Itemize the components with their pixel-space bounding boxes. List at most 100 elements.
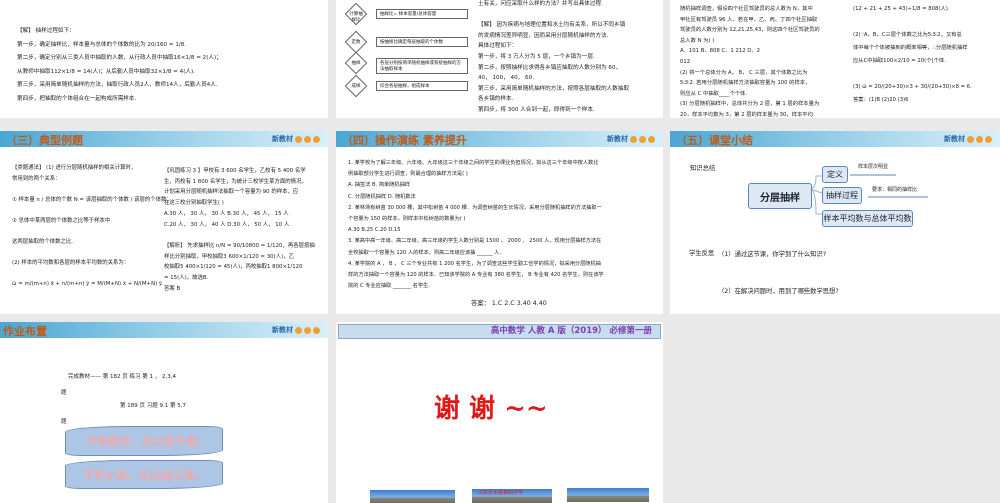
text-line: C. 分层随机抽样 D. 随机数法	[348, 193, 416, 200]
school-name: 山东沂水县第四中学	[478, 490, 524, 496]
flow-step-box: 抽样比= 样本容量/总体容量	[376, 9, 468, 19]
text-line: 计划采用分层随机抽样法抽取一个容量为 90 的样本，应	[164, 189, 299, 196]
text-line: 3. 某高中高一年级、高二年级、高三年级的学生人数分别是 1500 、 2000…	[348, 238, 602, 245]
text-line: 样的方法抽取一个容量为 120 的样本．已知该学院的 A 专业有 380 名学生…	[348, 272, 604, 278]
text-line: 第四步，将 300 人合到一起，即得到一个样本.	[478, 107, 595, 113]
brand-label: 新教材	[272, 135, 293, 143]
reflect-question: （1）通过这节课，你学到了什么知识?	[718, 251, 827, 258]
text-line: 土有关，问应采取什么样的方法？并写出具体过程.	[478, 1, 603, 7]
text-line: 各乡镇的样本.	[478, 96, 514, 103]
text-line: ① 样本量 n / 总体的个数 N = 该层抽取的个体数 / 该层的个体数；	[12, 196, 172, 203]
flow-step-box: 各层分别按简单随机抽样或系统抽样的方法抽取样本	[376, 58, 468, 74]
slide-8[interactable]: 高中数学 人教 A 版（2019） 必修第一册 谢 谢 ~~ 山东沂水县第四中学	[336, 322, 663, 503]
thanks-text: 谢 谢 ~~	[434, 394, 548, 424]
homework-line: 完成教材—— 第 182 页 练习 第 1 ， 2,3,4	[68, 374, 176, 380]
flow-node-label: 抽样	[351, 61, 361, 66]
slide-header: （三）典型例题 新教材	[0, 131, 328, 147]
text-line: 第二步，按照抽样比求得各乡镇应抽取的人数分别为 60，	[478, 64, 622, 71]
flow-step-box: 按抽样比确定每层抽取的个体数	[376, 37, 468, 47]
motto-banner: 不积跬步，无以至千里;	[65, 426, 223, 456]
text-line: 4. 某学院的 A ， B ， C 三个专业共有 1 200 名学生，为了调查这…	[348, 260, 601, 267]
motto-banner: 不积小流，无以成江海。	[65, 460, 223, 489]
text-line: 【解】 抽样过程如下：	[17, 28, 75, 34]
text-line: (3) ω̄ = 20/(20+30)×3 + 30/(20+30)×8 = 6…	[853, 84, 972, 90]
text-line: 院的 C 专业应抽取 _______ 名学生.	[348, 283, 430, 290]
dot-icon	[639, 135, 646, 143]
dot-icon	[304, 326, 311, 334]
text-line: A.30 B.25 C.20 D.15	[348, 227, 401, 234]
dot-icon	[313, 135, 320, 143]
text-line: 【解析】 先求抽样比 n/N = 90/10800 = 1/120，再各层按抽	[164, 242, 315, 249]
text-line: 全校抽取一个容量为 120 人的样本，则高二年级应该抽 ______ 人.	[348, 249, 502, 256]
text-line: 012	[680, 59, 691, 65]
reflect-question: （2）在解决问题时，用到了哪些数学思想?	[718, 288, 839, 295]
dot-icon	[313, 326, 320, 334]
text-line: 第一步，将 3 万人分为 5 层，一个乡镇为一层.	[478, 54, 595, 60]
slide-1[interactable]: 【解】 抽样过程如下： 第一步，确定抽样比，样本量与总体的个体数的比为 20/16…	[0, 0, 328, 118]
text-line: 甲社区有驾驶员 96 人．若在甲、乙、丙、丁四个社区抽取	[680, 16, 818, 23]
text-line: A.30 人， 30 人， 30 人 B.30 人， 45 人， 15 人	[164, 210, 289, 217]
dot-icon	[304, 135, 311, 143]
text-line: 第三步，采用简单随机抽样的方法，抽取行政人员2人，教师14人，后勤人员4人.	[17, 82, 218, 88]
slide-3[interactable]: 随机抽样调查，假设四个社区驾驶员的总人数为 N，其中 甲社区有驾驶员 96 人．若…	[670, 0, 1000, 118]
flow-step-box: 综合各层抽样，组成样本	[376, 81, 468, 91]
mindmap-branch: 抽样过程	[822, 187, 862, 204]
text-line: 【类题通法】 (1) 进行分层随机抽样的相关计算时，	[12, 165, 137, 171]
text-line: 【解】 因为疾病与地理位置和水土均有关系，所以不同乡镇	[478, 22, 626, 29]
text-line: A. 抽签法 B. 简单随机抽样	[348, 182, 410, 189]
reflect-label: 学生反思	[689, 250, 715, 257]
text-line: 第一步，确定抽样比，样本量与总体的个体数的比为 20/160 = 1/8.	[17, 41, 187, 48]
brand-badge: 新教材	[607, 134, 655, 144]
mindmap-center: 分层抽样	[748, 183, 812, 209]
text-line: (2)∵A，B，C三层个体数之比为5∶3∶2，又有总	[853, 32, 962, 38]
slide-title: （三）典型例题	[6, 134, 83, 147]
text-line: (2) 样本的平均数和各层的样本平均数的关系为：	[12, 259, 130, 266]
mindmap-branch: 样本平均数与总体平均数	[822, 210, 913, 227]
text-line: 第二步，确定分别从三类人员中抽取的人数，从行政人员中抽取16×1/8 = 2(人…	[17, 55, 222, 61]
mindmap-branch: 定义	[822, 166, 848, 183]
slide-title: （四）操作演练 素养提升	[342, 134, 467, 147]
course-header: 高中数学 人教 A 版（2019） 必修第一册	[338, 324, 661, 339]
flow-node-label: 成样	[351, 84, 361, 89]
answer-line: 答案： 1.C 2.C 3.40 4.40	[471, 300, 547, 307]
mindmap-note: 要求：相同的抽样比	[872, 187, 918, 193]
slide-title: 作业布置	[3, 325, 47, 338]
text-line: 第四步，把抽取的个体组合在一起构成所需样本.	[17, 95, 137, 102]
text-line: 这两层抽取的个体数之比.	[12, 238, 74, 245]
text-line: 第三步，采用简单随机抽样的方法，按照各层抽取的人数抽取	[478, 85, 630, 92]
brand-badge: 新教材	[272, 134, 320, 144]
text-line: 5∶3∶2. 若用分层随机抽样方法抽取容量为 100 的样本，	[680, 80, 811, 87]
brand-badge: 新教材	[272, 325, 320, 335]
slide-2[interactable]: 计算抽样比 抽样比= 样本容量/总体容量 定数 按抽样比确定每层抽取的个体数 抽样 各层分…	[336, 0, 663, 118]
text-line: 例抽取部分学生进行调查，则最合理的抽样方法是( )	[348, 171, 468, 178]
text-line: 答案 B	[164, 285, 181, 292]
slide-5[interactable]: （四）操作演练 素养提升 新教材 1. 某学校为了解三年级、六年级、九年级这三个年…	[336, 131, 663, 314]
dot-icon	[295, 326, 302, 334]
school-photo	[370, 490, 455, 503]
brand-label: 新教材	[272, 326, 293, 334]
homework-line: 第 189 页 习题 9.1 第 5,7	[120, 403, 186, 409]
school-photo: 山东沂水县第四中学	[472, 489, 552, 503]
flow-node-label: 计算抽样比	[349, 12, 363, 23]
dot-icon	[630, 135, 637, 143]
brand-label: 新教材	[607, 135, 628, 143]
text-line: 常用到的两个关系：	[12, 175, 61, 182]
mindmap-note: 样本层次明显	[858, 164, 889, 170]
text-line: 样比分别抽取，甲校抽取3 600×1/120 = 30(人)，乙	[164, 253, 294, 260]
slide-4[interactable]: （三）典型例题 新教材 【类题通法】 (1) 进行分层随机抽样的相关计算时， 常用到…	[0, 131, 328, 314]
text-line: 20，样本平均数为 3，第 2 层的样本量为 30，样本平均	[680, 112, 813, 118]
slide-header: （四）操作演练 素养提升 新教材	[336, 131, 663, 147]
slide-6[interactable]: （五）课堂小结 新教材 知识总结 分层抽样 定义 抽样过程 样本平均数与总体平均数…	[670, 131, 1000, 314]
text-line: ② 总体中某两层的个体数之比等于样本中	[12, 217, 111, 224]
text-line: 总人数 N 为( )	[680, 37, 715, 44]
text-line: 具体过程如下：	[478, 43, 518, 50]
text-line: 体中每个个体被抽到的概率相等，∴分层随机抽样	[853, 45, 968, 51]
text-line: 个容量为 150 的样本，则样本中松树苗的数量为( )	[348, 216, 466, 222]
slide-header: 作业布置 新教材	[0, 322, 328, 338]
text-line: 在这三校分别抽取学生( )	[164, 200, 224, 207]
slide-7[interactable]: 作业布置 新教材 完成教材—— 第 182 页 练习 第 1 ， 2,3,4 题 …	[0, 322, 328, 503]
text-line: 驾驶员的人数分别为 12,21,25,43，则这四个社区驾驶员的	[680, 27, 820, 34]
text-line: 从教师中抽取112×1/8 = 14(人)；从后勤人员中抽取32×1/8 = 4…	[17, 68, 195, 75]
homework-line: 题	[61, 419, 67, 425]
text-line: 应从C中抽取100×2/10 = 20(个)个体.	[853, 58, 946, 64]
